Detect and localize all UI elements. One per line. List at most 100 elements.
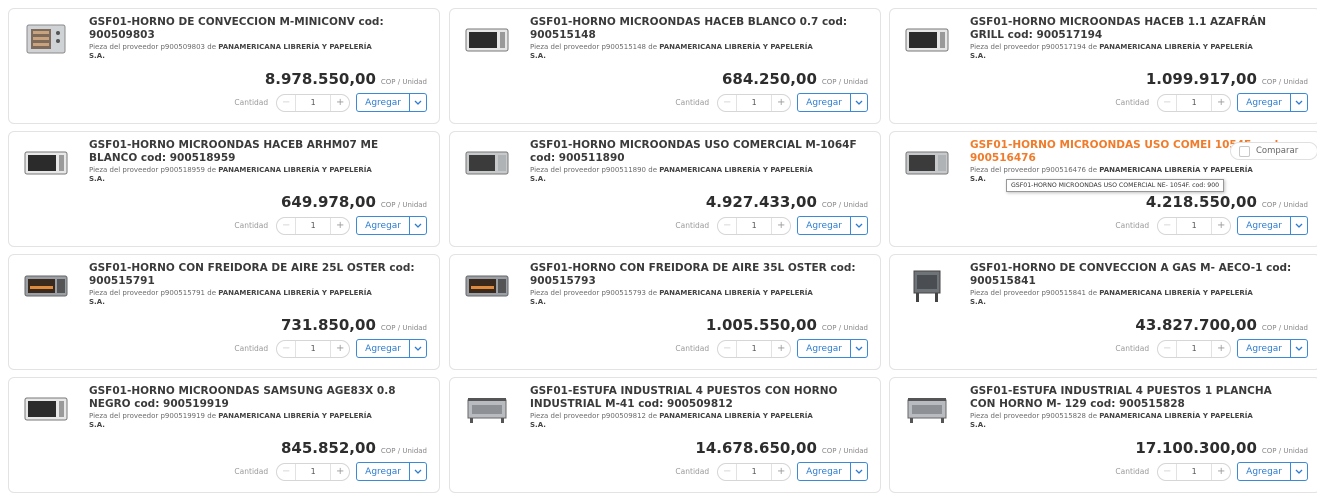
add-to-cart-button[interactable]: Agregar [1238,217,1290,234]
quantity-label: Cantidad [1115,467,1150,476]
compare-toggle[interactable]: Comparar [1230,142,1317,160]
product-title[interactable]: GSF01-ESTUFA INDUSTRIAL 4 PUESTOS CON HO… [530,385,860,411]
add-to-cart-button[interactable]: Agregar [1238,340,1290,357]
microwave-icon[interactable] [904,23,950,57]
decrement-button[interactable]: − [277,463,297,480]
increment-button[interactable]: + [330,94,349,111]
quantity-input[interactable] [737,97,772,108]
convection-oven-icon[interactable] [23,23,69,57]
add-to-cart-button[interactable]: Agregar [798,340,850,357]
quantity-input[interactable] [1177,220,1212,231]
decrement-button[interactable]: − [1158,94,1178,111]
decrement-button[interactable]: − [718,217,738,234]
quantity-input[interactable] [1177,97,1212,108]
decrement-button[interactable]: − [277,94,297,111]
product-title[interactable]: GSF01-HORNO CON FREIDORA DE AIRE 25L OST… [89,262,419,288]
compare-checkbox[interactable] [1239,145,1250,157]
add-to-cart-button[interactable]: Agregar [357,463,409,480]
add-dropdown-button[interactable] [409,463,426,480]
increment-button[interactable]: + [330,463,349,480]
add-dropdown-button[interactable] [1290,463,1307,480]
quantity-input[interactable] [737,220,772,231]
quantity-input[interactable] [1177,466,1212,477]
increment-button[interactable]: + [330,217,349,234]
decrement-button[interactable]: − [1158,340,1178,357]
add-dropdown-button[interactable] [850,340,867,357]
commercial-microwave-icon[interactable] [904,146,950,180]
increment-button[interactable]: + [771,217,790,234]
industrial-stove-icon[interactable] [464,392,510,426]
quantity-input[interactable] [737,466,772,477]
product-title[interactable]: GSF01-HORNO DE CONVECCION A GAS M- AECO-… [970,262,1300,288]
product-price: 731.850,00 [280,316,376,334]
product-card: GSF01-HORNO MICROONDAS HACEB ARHM07 ME B… [8,131,440,247]
product-title[interactable]: GSF01-HORNO MICROONDAS HACEB ARHM07 ME B… [89,139,419,165]
add-dropdown-button[interactable] [409,217,426,234]
quantity-row: Cantidad − + Agregar [675,93,868,112]
product-price: 4.927.433,00 [705,193,817,211]
toaster-oven-icon[interactable] [23,269,69,303]
add-dropdown-button[interactable] [850,463,867,480]
microwave-icon[interactable] [23,146,69,180]
add-to-cart-button[interactable]: Agregar [1238,94,1290,111]
decrement-button[interactable]: − [1158,217,1178,234]
product-price: 8.978.550,00 [264,70,376,88]
product-title[interactable]: GSF01-HORNO MICROONDAS SAMSUNG AGE83X 0.… [89,385,419,411]
add-to-cart-group: Agregar [1237,93,1308,112]
product-title[interactable]: GSF01-HORNO CON FREIDORA DE AIRE 35L OST… [530,262,860,288]
add-dropdown-button[interactable] [850,217,867,234]
add-to-cart-button[interactable]: Agregar [357,217,409,234]
commercial-microwave-icon[interactable] [464,146,510,180]
quantity-row: Cantidad − + Agregar [234,216,427,235]
product-title[interactable]: GSF01-ESTUFA INDUSTRIAL 4 PUESTOS 1 PLAN… [970,385,1300,411]
gas-oven-icon[interactable] [904,269,950,303]
add-dropdown-button[interactable] [1290,94,1307,111]
decrement-button[interactable]: − [718,94,738,111]
quantity-input[interactable] [1177,343,1212,354]
quantity-input[interactable] [296,97,331,108]
industrial-stove-icon[interactable] [904,392,950,426]
product-card: GSF01-ESTUFA INDUSTRIAL 4 PUESTOS 1 PLAN… [889,377,1317,493]
increment-button[interactable]: + [1211,340,1230,357]
product-title[interactable]: GSF01-HORNO MICROONDAS HACEB BLANCO 0.7 … [530,16,860,42]
increment-button[interactable]: + [1211,94,1230,111]
increment-button[interactable]: + [771,94,790,111]
add-dropdown-button[interactable] [409,94,426,111]
increment-button[interactable]: + [330,340,349,357]
quantity-input[interactable] [737,343,772,354]
add-to-cart-button[interactable]: Agregar [798,463,850,480]
decrement-button[interactable]: − [1158,463,1178,480]
add-to-cart-button[interactable]: Agregar [357,94,409,111]
quantity-input[interactable] [296,466,331,477]
decrement-button[interactable]: − [277,217,297,234]
add-dropdown-button[interactable] [409,340,426,357]
product-title[interactable]: GSF01-HORNO MICROONDAS HACEB 1.1 AZAFRÁN… [970,16,1300,42]
product-title[interactable]: GSF01-HORNO MICROONDAS USO COMERCIAL M-1… [530,139,860,165]
increment-button[interactable]: + [1211,217,1230,234]
product-provider: Pieza del proveedor p900509812 de PANAME… [530,412,813,429]
decrement-button[interactable]: − [718,463,738,480]
quantity-label: Cantidad [234,467,269,476]
microwave-icon[interactable] [23,392,69,426]
add-dropdown-button[interactable] [1290,340,1307,357]
toaster-oven-icon[interactable] [464,269,510,303]
product-provider: Pieza del proveedor p900509803 de PANAME… [89,43,372,60]
add-to-cart-button[interactable]: Agregar [357,340,409,357]
quantity-input[interactable] [296,220,331,231]
microwave-icon[interactable] [464,23,510,57]
chevron-down-icon [414,469,422,474]
decrement-button[interactable]: − [277,340,297,357]
add-to-cart-button[interactable]: Agregar [798,217,850,234]
quantity-row: Cantidad − + Agregar [1115,339,1308,358]
increment-button[interactable]: + [771,340,790,357]
increment-button[interactable]: + [1211,463,1230,480]
add-dropdown-button[interactable] [850,94,867,111]
quantity-input[interactable] [296,343,331,354]
decrement-button[interactable]: − [718,340,738,357]
quantity-label: Cantidad [675,344,710,353]
product-title[interactable]: GSF01-HORNO DE CONVECCION M-MINICONV cod… [89,16,419,42]
increment-button[interactable]: + [771,463,790,480]
add-to-cart-button[interactable]: Agregar [798,94,850,111]
add-to-cart-button[interactable]: Agregar [1238,463,1290,480]
add-dropdown-button[interactable] [1290,217,1307,234]
